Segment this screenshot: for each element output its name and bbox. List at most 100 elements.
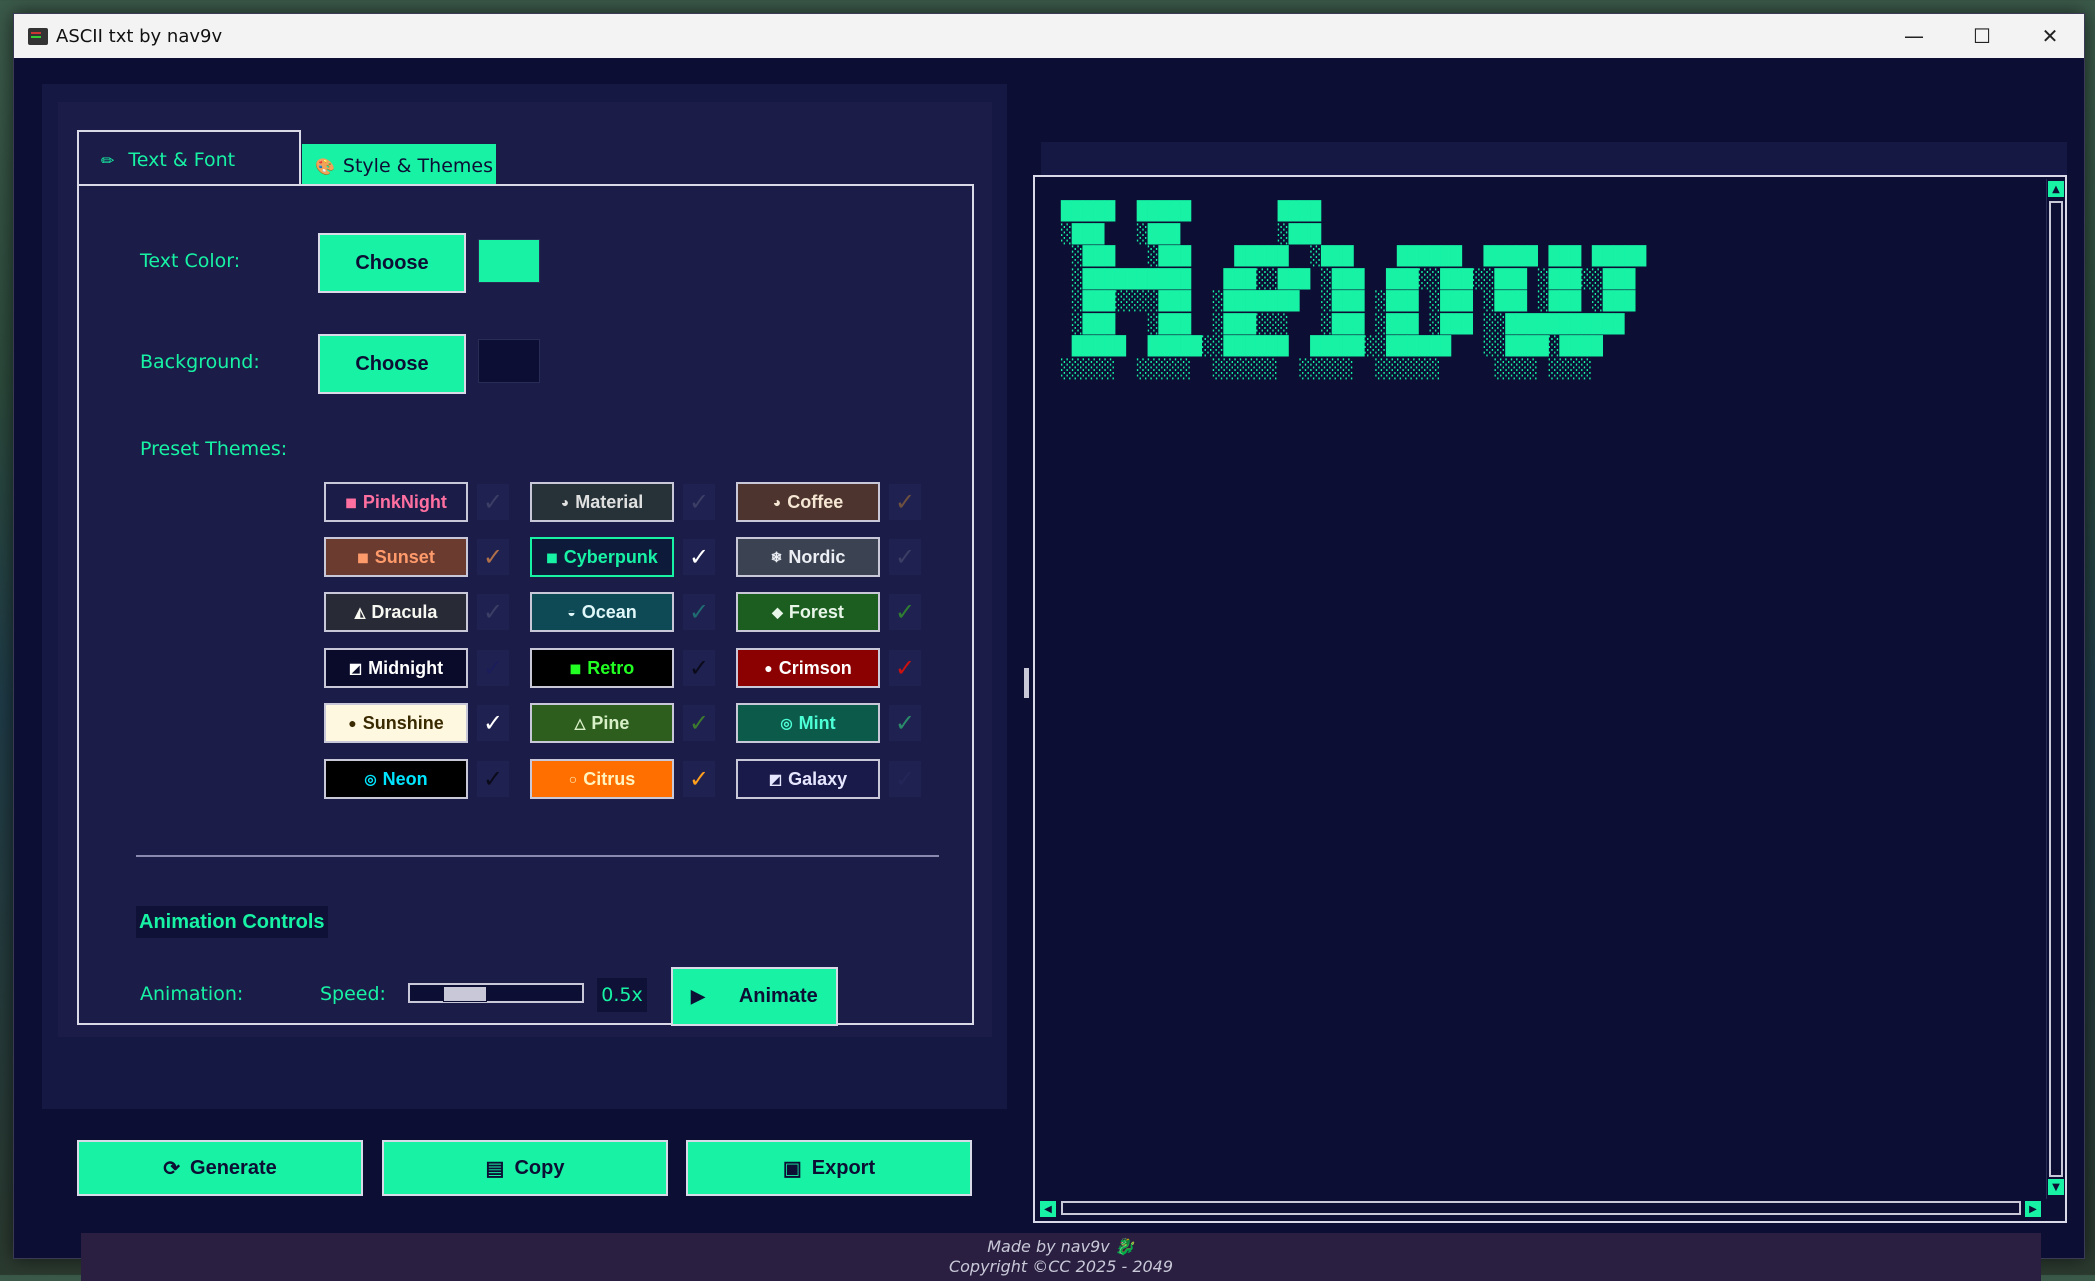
animation-label: Animation: — [140, 983, 244, 1005]
clipboard-icon: ▤ — [485, 1157, 505, 1180]
palette-icon: 🎨 — [315, 156, 335, 176]
horizontal-scroll-track[interactable] — [1061, 1201, 2021, 1215]
theme-checkbox-cyberpunk[interactable]: ✓ — [683, 539, 715, 575]
vertical-scrollbar[interactable]: ▲ ▼ — [2046, 179, 2065, 1199]
theme-label: Neon — [382, 768, 428, 789]
theme-button-sunshine[interactable]: ● Sunshine — [324, 703, 468, 743]
theme-button-nordic[interactable]: ❄ Nordic — [736, 537, 880, 577]
ascii-output-text[interactable]: █████ █████ ████ ░███ ░███ ░███ ░███ ░██… — [1061, 201, 1646, 381]
scroll-right-icon[interactable]: ▶ — [2025, 1201, 2041, 1217]
app-window: ASCII txt by nav9v — ☐ ✕ ✏ Text & Font 🎨… — [13, 13, 2085, 1281]
speed-slider[interactable] — [408, 983, 584, 1003]
theme-icon: ◩ — [348, 659, 363, 676]
tab-style-themes[interactable]: 🎨 Style & Themes — [302, 144, 496, 188]
theme-button-pine[interactable]: △ Pine — [530, 703, 674, 743]
theme-checkbox-midnight[interactable]: ✓ — [477, 650, 509, 686]
theme-icon: ◼ — [546, 548, 558, 565]
theme-button-cyberpunk[interactable]: ◼ Cyberpunk — [530, 537, 674, 577]
theme-button-sunset[interactable]: ◼ Sunset — [324, 537, 468, 577]
theme-label: Coffee — [787, 491, 844, 512]
theme-button-midnight[interactable]: ◩ Midnight — [324, 648, 468, 688]
minimize-button[interactable]: — — [1880, 14, 1948, 58]
copy-label: Copy — [514, 1156, 565, 1179]
theme-button-neon[interactable]: ◎ Neon — [324, 759, 468, 799]
pane-splitter[interactable] — [1024, 668, 1029, 698]
theme-icon: ● — [348, 715, 357, 731]
theme-button-forest[interactable]: ◆ Forest — [736, 592, 880, 632]
theme-label: Sunset — [374, 546, 435, 567]
theme-icon: ◎ — [780, 714, 793, 731]
theme-icon: ○ — [568, 771, 578, 787]
generate-button[interactable]: ⟳ Generate — [77, 1140, 363, 1196]
theme-checkbox-pinknight[interactable]: ✓ — [477, 484, 509, 520]
title-bar: ASCII txt by nav9v — ☐ ✕ — [14, 14, 2084, 58]
theme-checkbox-ocean[interactable]: ✓ — [683, 594, 715, 630]
animation-controls-title: Animation Controls — [136, 906, 328, 938]
theme-button-crimson[interactable]: ● Crimson — [736, 648, 880, 688]
app-icon — [28, 27, 48, 45]
theme-icon: ◕ — [772, 494, 782, 510]
theme-button-mint[interactable]: ◎ Mint — [736, 703, 880, 743]
theme-icon: ◒ — [567, 604, 576, 620]
scroll-up-icon[interactable]: ▲ — [2048, 181, 2064, 197]
tab-text-font[interactable]: ✏ Text & Font — [77, 130, 301, 188]
theme-button-material[interactable]: ◕ Material — [530, 482, 674, 522]
pencil-icon: ✏ — [101, 150, 115, 170]
choose-text-color-button[interactable]: Choose — [318, 233, 466, 293]
theme-checkbox-galaxy[interactable]: ✓ — [889, 761, 921, 797]
maximize-button[interactable]: ☐ — [1948, 14, 2016, 58]
theme-checkbox-dracula[interactable]: ✓ — [477, 594, 509, 630]
footer: Made by nav9v 🐉 Copyright ©CC 2025 - 204… — [81, 1233, 2041, 1281]
copy-button[interactable]: ▤ Copy — [382, 1140, 668, 1196]
background-swatch — [478, 339, 540, 383]
theme-checkbox-pine[interactable]: ✓ — [683, 705, 715, 741]
theme-checkbox-forest[interactable]: ✓ — [889, 594, 921, 630]
text-color-label: Text Color: — [140, 250, 241, 272]
theme-label: PinkNight — [362, 491, 447, 512]
theme-button-citrus[interactable]: ○ Citrus — [530, 759, 674, 799]
theme-checkbox-mint[interactable]: ✓ — [889, 705, 921, 741]
theme-icon: ◼ — [345, 493, 357, 510]
theme-label: Galaxy — [788, 768, 848, 789]
theme-label: Forest — [788, 601, 844, 622]
theme-label: Citrus — [583, 768, 636, 789]
export-button[interactable]: ▣ Export — [686, 1140, 972, 1196]
theme-checkbox-nordic[interactable]: ✓ — [889, 539, 921, 575]
theme-button-coffee[interactable]: ◕ Coffee — [736, 482, 880, 522]
scroll-down-icon[interactable]: ▼ — [2048, 1179, 2064, 1195]
theme-label: Dracula — [371, 601, 438, 622]
theme-button-ocean[interactable]: ◒ Ocean — [530, 592, 674, 632]
theme-button-galaxy[interactable]: ◩ Galaxy — [736, 759, 880, 799]
theme-checkbox-sunset[interactable]: ✓ — [477, 539, 509, 575]
close-button[interactable]: ✕ — [2016, 14, 2084, 58]
theme-icon: ◼ — [357, 548, 369, 565]
theme-label: Pine — [591, 712, 630, 733]
preset-themes-label: Preset Themes: — [140, 438, 288, 460]
theme-button-dracula[interactable]: ◭ Dracula — [324, 592, 468, 632]
horizontal-scrollbar[interactable]: ◀ ▶ — [1037, 1199, 2045, 1219]
theme-label: Crimson — [778, 657, 852, 678]
theme-button-pinknight[interactable]: ◼ PinkNight — [324, 482, 468, 522]
theme-checkbox-sunshine[interactable]: ✓ — [477, 705, 509, 741]
footer-credit: Made by nav9v 🐉 — [987, 1237, 1135, 1256]
window-title: ASCII txt by nav9v — [56, 25, 223, 47]
theme-icon: ◭ — [354, 603, 366, 620]
theme-icon: ◼ — [569, 659, 582, 676]
theme-icon: ◎ — [364, 770, 377, 787]
slider-thumb[interactable] — [443, 986, 487, 1002]
theme-button-retro[interactable]: ◼ Retro — [530, 648, 674, 688]
theme-checkbox-citrus[interactable]: ✓ — [683, 761, 715, 797]
theme-icon: ◆ — [772, 603, 783, 620]
theme-checkbox-neon[interactable]: ✓ — [477, 761, 509, 797]
vertical-scroll-track[interactable] — [2049, 201, 2063, 1177]
theme-icon: ❄ — [770, 548, 783, 565]
theme-checkbox-crimson[interactable]: ✓ — [889, 650, 921, 686]
theme-icon: ◕ — [560, 494, 570, 510]
section-divider — [136, 855, 939, 857]
scroll-left-icon[interactable]: ◀ — [1040, 1201, 1056, 1217]
theme-checkbox-retro[interactable]: ✓ — [683, 650, 715, 686]
theme-checkbox-coffee[interactable]: ✓ — [889, 484, 921, 520]
theme-checkbox-material[interactable]: ✓ — [683, 484, 715, 520]
animate-button[interactable]: ▶ Animate — [671, 967, 838, 1026]
choose-background-button[interactable]: Choose — [318, 334, 466, 394]
